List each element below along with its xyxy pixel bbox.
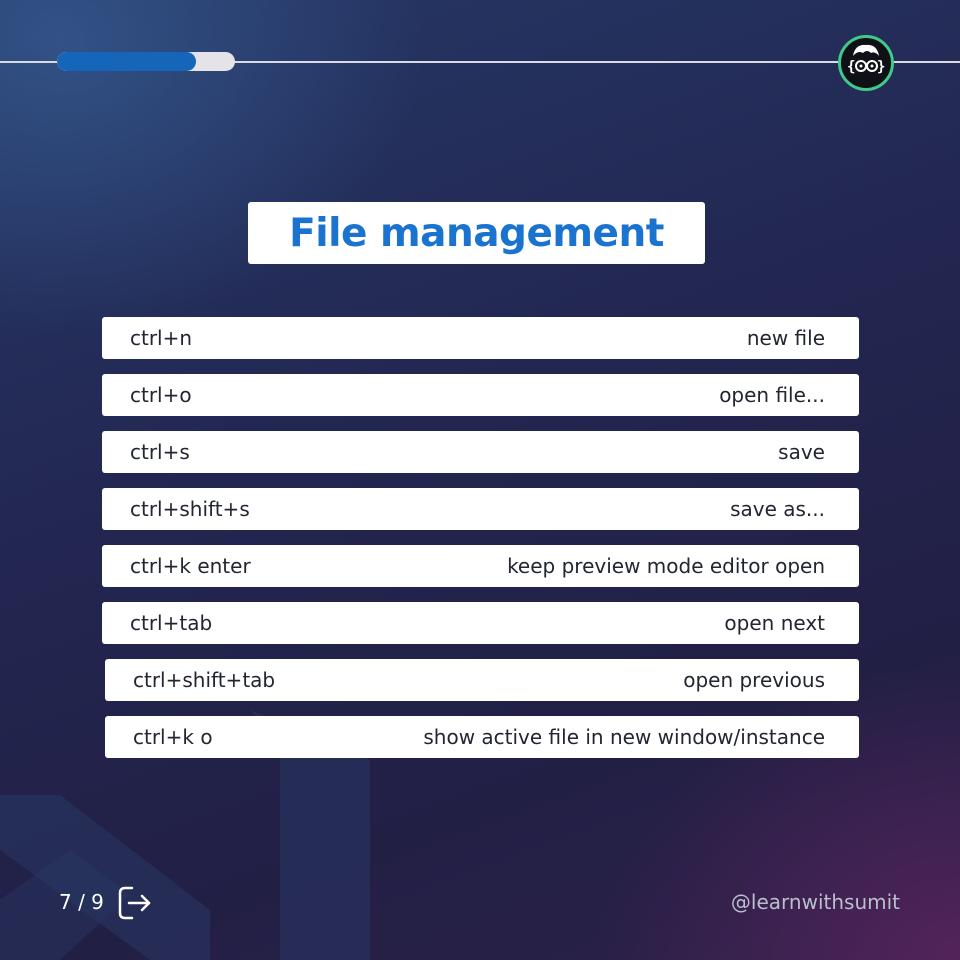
- page-indicator: 7 / 9: [59, 890, 104, 914]
- developer-avatar-icon: { }: [838, 35, 894, 91]
- shortcut-description: open next: [724, 611, 825, 635]
- shortcut-row: ctrl+s save: [102, 431, 859, 473]
- author-handle: @learnwithsumit: [730, 890, 900, 914]
- svg-text:}: }: [877, 59, 885, 75]
- shortcut-description: save as...: [730, 497, 825, 521]
- shortcut-key: ctrl+shift+tab: [133, 668, 276, 692]
- slide: { } File management ctrl+n new file ctrl…: [0, 0, 960, 960]
- shortcut-key: ctrl+n: [130, 326, 193, 350]
- shortcut-row: ctrl+k o show active file in new window/…: [105, 716, 859, 758]
- shortcut-key: ctrl+k enter: [130, 554, 251, 578]
- shortcut-key: ctrl+o: [130, 383, 192, 407]
- shortcut-key: ctrl+k o: [133, 725, 213, 749]
- shortcut-description: new file: [746, 326, 825, 350]
- shortcut-description: save: [778, 440, 825, 464]
- shortcut-description: open file...: [719, 383, 825, 407]
- svg-text:{: {: [847, 59, 855, 75]
- shortcut-row: ctrl+n new file: [102, 317, 859, 359]
- shortcut-description: keep preview mode editor open: [507, 554, 825, 578]
- shortcut-key: ctrl+s: [130, 440, 190, 464]
- shortcut-row: ctrl+shift+tab open previous: [105, 659, 859, 701]
- title-card: File management: [248, 202, 705, 264]
- shortcut-description: open previous: [683, 668, 825, 692]
- shortcut-row: ctrl+o open file...: [102, 374, 859, 416]
- shortcut-row: ctrl+k enter keep preview mode editor op…: [102, 545, 859, 587]
- page-title: File management: [289, 210, 664, 256]
- progress-fill: [57, 52, 196, 71]
- shortcut-row: ctrl+shift+s save as...: [102, 488, 859, 530]
- arrow-right-icon[interactable]: [117, 884, 153, 922]
- shortcut-description: show active file in new window/instance: [423, 725, 825, 749]
- shortcut-row: ctrl+tab open next: [102, 602, 859, 644]
- shortcut-key: ctrl+tab: [130, 611, 213, 635]
- shortcut-key: ctrl+shift+s: [130, 497, 250, 521]
- progress-bar: [57, 52, 235, 71]
